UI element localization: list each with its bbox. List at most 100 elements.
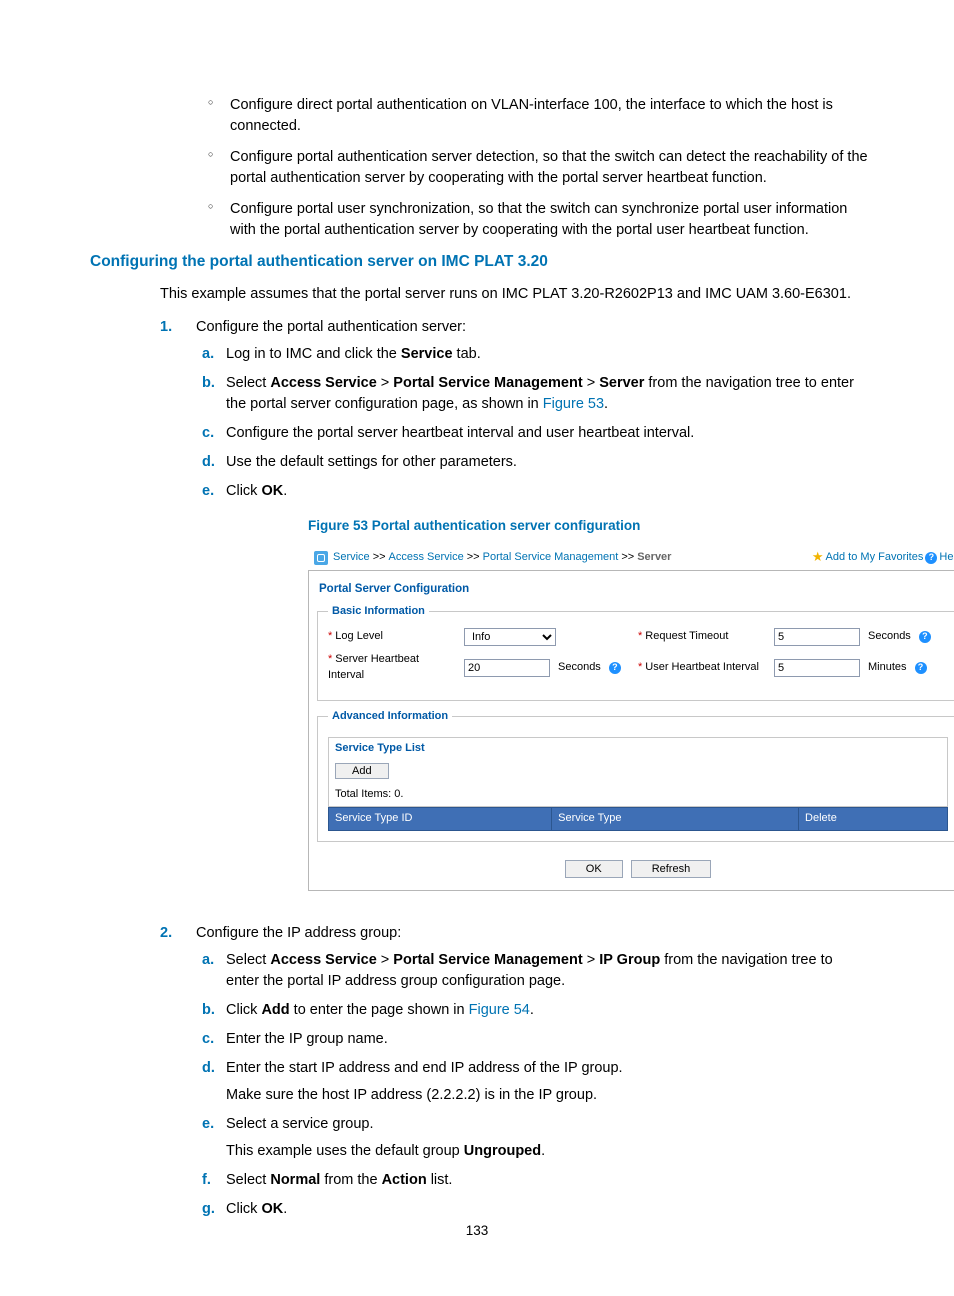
- server-heartbeat-input[interactable]: [464, 659, 550, 677]
- substep-a: a. Select Access Service > Portal Servic…: [202, 950, 869, 992]
- service-type-table-header: Service Type ID Service Type Delete: [328, 807, 948, 831]
- help-link[interactable]: Help: [939, 550, 954, 566]
- substep-marker: d.: [202, 452, 215, 473]
- bold: OK: [261, 1201, 283, 1217]
- substep-d: d. Use the default settings for other pa…: [202, 452, 869, 473]
- step-number: 1.: [160, 317, 172, 338]
- col-service-type-id: Service Type ID: [329, 808, 552, 830]
- add-button[interactable]: Add: [335, 763, 389, 779]
- text: to enter the page shown in: [290, 1002, 469, 1018]
- text: .: [541, 1143, 545, 1159]
- log-level-select[interactable]: Info: [464, 628, 556, 646]
- help-icon[interactable]: ?: [919, 631, 931, 643]
- help-icon[interactable]: ?: [925, 552, 937, 564]
- label: Request Timeout: [645, 630, 728, 642]
- text: from the: [320, 1172, 381, 1188]
- figure-caption: Figure 53 Portal authentication server c…: [308, 516, 869, 536]
- text: This example uses the default group: [226, 1143, 464, 1159]
- text: Select: [226, 952, 270, 968]
- text: .: [283, 1201, 287, 1217]
- bold: OK: [261, 483, 283, 499]
- bold: Access Service: [270, 375, 376, 391]
- step-1: 1. Configure the portal authentication s…: [160, 317, 869, 920]
- bc-sep: >>: [467, 550, 480, 566]
- bold: Add: [261, 1002, 289, 1018]
- text: Enter the start IP address and end IP ad…: [226, 1060, 623, 1076]
- bold: Action: [382, 1172, 427, 1188]
- substep-marker: e.: [202, 481, 214, 502]
- text: Use the default settings for other param…: [226, 454, 517, 470]
- bold: IP Group: [599, 952, 660, 968]
- bc-link[interactable]: Service: [333, 550, 370, 566]
- text: Click: [226, 1201, 261, 1217]
- substep-g: g. Click OK.: [202, 1199, 869, 1220]
- panel-title: Portal Server Configuration: [317, 577, 954, 604]
- service-type-list-title: Service Type List: [328, 737, 948, 760]
- bold: Portal Service Management: [393, 375, 582, 391]
- bullet-text: Configure portal user synchronization, s…: [230, 201, 847, 238]
- substep-e: e. Select a service group. This example …: [202, 1114, 869, 1162]
- figure-link[interactable]: Figure 54: [469, 1002, 530, 1018]
- bullet: Configure portal authentication server d…: [208, 147, 869, 189]
- text: Configure the portal server heartbeat in…: [226, 425, 694, 441]
- label: User Heartbeat Interval: [645, 661, 759, 673]
- basic-information-group: Basic Information *Log Level Info *Reque…: [317, 604, 954, 701]
- text: .: [604, 396, 608, 412]
- text: Select a service group.: [226, 1116, 374, 1132]
- label: Log Level: [335, 630, 383, 642]
- help-icon[interactable]: ?: [609, 662, 621, 674]
- text: >: [377, 952, 394, 968]
- substep-e: e. Click OK.: [202, 481, 869, 502]
- substep-c: c. Configure the portal server heartbeat…: [202, 423, 869, 444]
- unit: Seconds: [558, 660, 601, 676]
- user-heartbeat-input[interactable]: [774, 659, 860, 677]
- substep-marker: f.: [202, 1170, 211, 1191]
- sub-note: Make sure the host IP address (2.2.2.2) …: [226, 1085, 869, 1106]
- figure-link[interactable]: Figure 53: [543, 396, 604, 412]
- ok-button[interactable]: OK: [565, 860, 623, 878]
- substep-b: b. Click Add to enter the page shown in …: [202, 1000, 869, 1021]
- text: .: [530, 1002, 534, 1018]
- substep-marker: e.: [202, 1114, 214, 1135]
- text: Click: [226, 1002, 261, 1018]
- substep-marker: a.: [202, 950, 214, 971]
- bc-link[interactable]: Portal Service Management: [483, 550, 619, 566]
- sub-note: This example uses the default group Ungr…: [226, 1141, 869, 1162]
- substep-d: d. Enter the start IP address and end IP…: [202, 1058, 869, 1106]
- section-heading: Configuring the portal authentication se…: [90, 251, 869, 273]
- portal-server-config-panel: Portal Server Configuration Basic Inform…: [308, 571, 954, 891]
- numbered-steps: 1. Configure the portal authentication s…: [160, 317, 869, 1235]
- intro-paragraph: This example assumes that the portal ser…: [160, 284, 869, 305]
- bc-sep: >>: [621, 550, 634, 566]
- text: tab.: [453, 346, 481, 362]
- advanced-information-group: Advanced Information Service Type List A…: [317, 709, 954, 843]
- text: Enter the IP group name.: [226, 1031, 388, 1047]
- bullet-text: Configure portal authentication server d…: [230, 149, 868, 186]
- button-bar: OK Refresh: [317, 850, 954, 878]
- bc-link[interactable]: Access Service: [389, 550, 464, 566]
- text: Select: [226, 375, 270, 391]
- bold: Access Service: [270, 952, 376, 968]
- breadcrumb: Service >> Access Service >> Portal Serv…: [308, 545, 954, 570]
- help-icon[interactable]: ?: [915, 662, 927, 674]
- substep-marker: a.: [202, 344, 214, 365]
- step-2: 2. Configure the IP address group: a. Se…: [160, 923, 869, 1234]
- step-number: 2.: [160, 923, 172, 944]
- add-favorites-link[interactable]: Add to My Favorites: [826, 550, 924, 566]
- substep-b: b. Select Access Service > Portal Servic…: [202, 373, 869, 415]
- request-timeout-input[interactable]: [774, 628, 860, 646]
- bc-current: Server: [637, 550, 671, 566]
- bold: Service: [401, 346, 453, 362]
- col-service-type: Service Type: [552, 808, 799, 830]
- unit: Minutes: [868, 660, 907, 676]
- unit: Seconds: [868, 629, 911, 645]
- star-icon[interactable]: ★: [812, 548, 824, 567]
- refresh-button[interactable]: Refresh: [631, 860, 712, 878]
- bold: Ungrouped: [464, 1143, 541, 1159]
- substep-marker: d.: [202, 1058, 215, 1079]
- step-2-substeps: a. Select Access Service > Portal Servic…: [196, 950, 869, 1220]
- substep-marker: g.: [202, 1199, 215, 1220]
- bold: Server: [599, 375, 644, 391]
- substep-marker: c.: [202, 1029, 214, 1050]
- substep-marker: c.: [202, 423, 214, 444]
